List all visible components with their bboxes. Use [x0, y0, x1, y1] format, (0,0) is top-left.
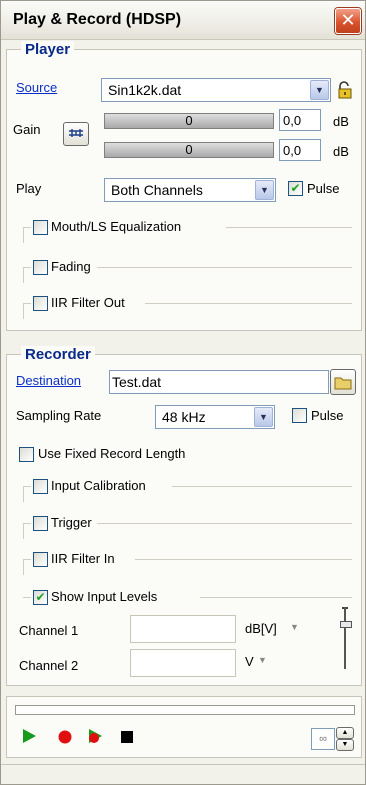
divider	[97, 267, 352, 268]
source-link[interactable]: Source	[16, 80, 57, 95]
divider	[23, 303, 31, 304]
chain-link-icon	[69, 129, 83, 137]
sampling-rate-select[interactable]: 48 kHz ▼	[155, 405, 275, 429]
iir-out-label: IIR Filter Out	[51, 295, 125, 310]
gain-input-2[interactable]: 0,0	[279, 139, 321, 161]
spin-up-button[interactable]: ▲	[336, 727, 354, 739]
play-icon[interactable]	[21, 728, 37, 744]
player-heading: Player	[21, 41, 75, 58]
channel-2-level	[130, 649, 236, 677]
show-input-levels-label: Show Input Levels	[51, 589, 158, 604]
window-title: Play & Record (HDSP)	[13, 11, 182, 28]
fading-label: Fading	[51, 259, 91, 274]
divider	[23, 303, 24, 319]
chevron-down-icon[interactable]: ▼	[255, 180, 274, 200]
recorder-pulse-label: Pulse	[311, 408, 344, 423]
gain-label: Gain	[13, 122, 41, 137]
recorder-pulse-checkbox[interactable]	[292, 408, 307, 423]
folder-icon	[334, 377, 352, 390]
play-record-icon[interactable]	[87, 728, 105, 746]
browse-button[interactable]	[330, 369, 356, 395]
destination-link[interactable]: Destination	[16, 373, 81, 388]
divider	[23, 523, 24, 539]
chevron-down-icon[interactable]: ▼	[310, 80, 329, 100]
divider	[97, 523, 352, 524]
mouth-eq-label: Mouth/LS Equalization	[51, 219, 182, 234]
play-value: Both Channels	[111, 182, 203, 198]
play-select[interactable]: Both Channels ▼	[104, 178, 276, 202]
channel-1-unit[interactable]: dB[V]	[245, 621, 277, 636]
channel-1-level	[130, 615, 236, 643]
divider	[135, 559, 352, 560]
record-icon[interactable]	[57, 729, 73, 745]
close-button[interactable]: ✕	[335, 8, 361, 34]
gain-meter-2: 0	[104, 142, 274, 158]
divider	[172, 486, 352, 487]
gain-unit-1: dB	[333, 114, 349, 129]
divider	[23, 486, 24, 502]
gain-unit-2: dB	[333, 144, 349, 159]
gain-meter-1: 0	[104, 113, 274, 129]
divider	[23, 267, 24, 283]
iir-out-checkbox[interactable]	[33, 296, 48, 311]
loop-count-input[interactable]: ∞	[311, 728, 335, 750]
divider	[23, 559, 31, 560]
play-label: Play	[16, 181, 42, 196]
stop-icon[interactable]	[119, 729, 135, 745]
close-icon: ✕	[340, 10, 356, 30]
trigger-label: Trigger	[51, 515, 92, 530]
divider	[23, 227, 31, 228]
iir-in-label: IIR Filter In	[51, 551, 115, 566]
player-panel: Player Source Sin1k2k.dat ▼ Gain 0 0 0,0…	[6, 41, 362, 331]
gain-link-button[interactable]	[63, 122, 89, 146]
chevron-down-icon: ▼	[341, 741, 349, 748]
recorder-panel: Recorder Destination Test.dat Sampling R…	[6, 346, 362, 686]
divider	[23, 267, 31, 268]
channel-2-label: Channel 2	[19, 658, 79, 673]
divider	[226, 227, 352, 228]
chevron-up-icon: ▲	[341, 729, 349, 736]
chevron-down-icon[interactable]: ▼	[258, 655, 267, 665]
divider	[23, 559, 24, 575]
input-calibration-checkbox[interactable]	[33, 479, 48, 494]
recorder-heading: Recorder	[21, 346, 95, 363]
destination-input[interactable]: Test.dat	[109, 370, 329, 394]
fading-checkbox[interactable]	[33, 260, 48, 275]
unlock-icon[interactable]	[336, 81, 354, 99]
spin-down-button[interactable]: ▼	[336, 739, 354, 751]
divider	[23, 523, 31, 524]
mouth-eq-checkbox[interactable]	[33, 220, 48, 235]
chevron-down-icon[interactable]: ▼	[254, 407, 273, 427]
gain-input-1[interactable]: 0,0	[279, 109, 321, 131]
show-input-levels-checkbox[interactable]: ✔	[33, 590, 48, 605]
trigger-checkbox[interactable]	[33, 516, 48, 531]
divider	[23, 227, 24, 243]
transport-panel: ∞ ▲ ▼	[6, 696, 362, 758]
play-pulse-checkbox[interactable]: ✔	[288, 181, 303, 196]
source-value: Sin1k2k.dat	[108, 82, 182, 98]
chevron-down-icon[interactable]: ▼	[290, 622, 299, 632]
channel-1-label: Channel 1	[19, 623, 79, 638]
fixed-length-checkbox[interactable]	[19, 447, 34, 462]
level-slider-track[interactable]	[344, 607, 346, 669]
divider	[23, 486, 31, 487]
divider	[23, 597, 31, 598]
destination-value: Test.dat	[112, 374, 162, 390]
divider	[200, 597, 352, 598]
progress-bar	[15, 705, 355, 715]
sampling-rate-label: Sampling Rate	[16, 408, 102, 423]
level-slider-thumb[interactable]	[340, 621, 352, 628]
divider	[145, 303, 352, 304]
input-calibration-label: Input Calibration	[51, 478, 146, 493]
status-divider	[1, 764, 365, 765]
play-record-window: Play & Record (HDSP) ✕ Player Source Sin…	[0, 0, 366, 785]
sampling-rate-value: 48 kHz	[162, 409, 206, 425]
title-bar[interactable]: Play & Record (HDSP) ✕	[1, 1, 365, 40]
play-pulse-label: Pulse	[307, 181, 340, 196]
iir-in-checkbox[interactable]	[33, 552, 48, 567]
fixed-length-label: Use Fixed Record Length	[38, 446, 186, 461]
channel-2-unit[interactable]: V	[245, 654, 254, 669]
source-select[interactable]: Sin1k2k.dat ▼	[101, 78, 331, 102]
